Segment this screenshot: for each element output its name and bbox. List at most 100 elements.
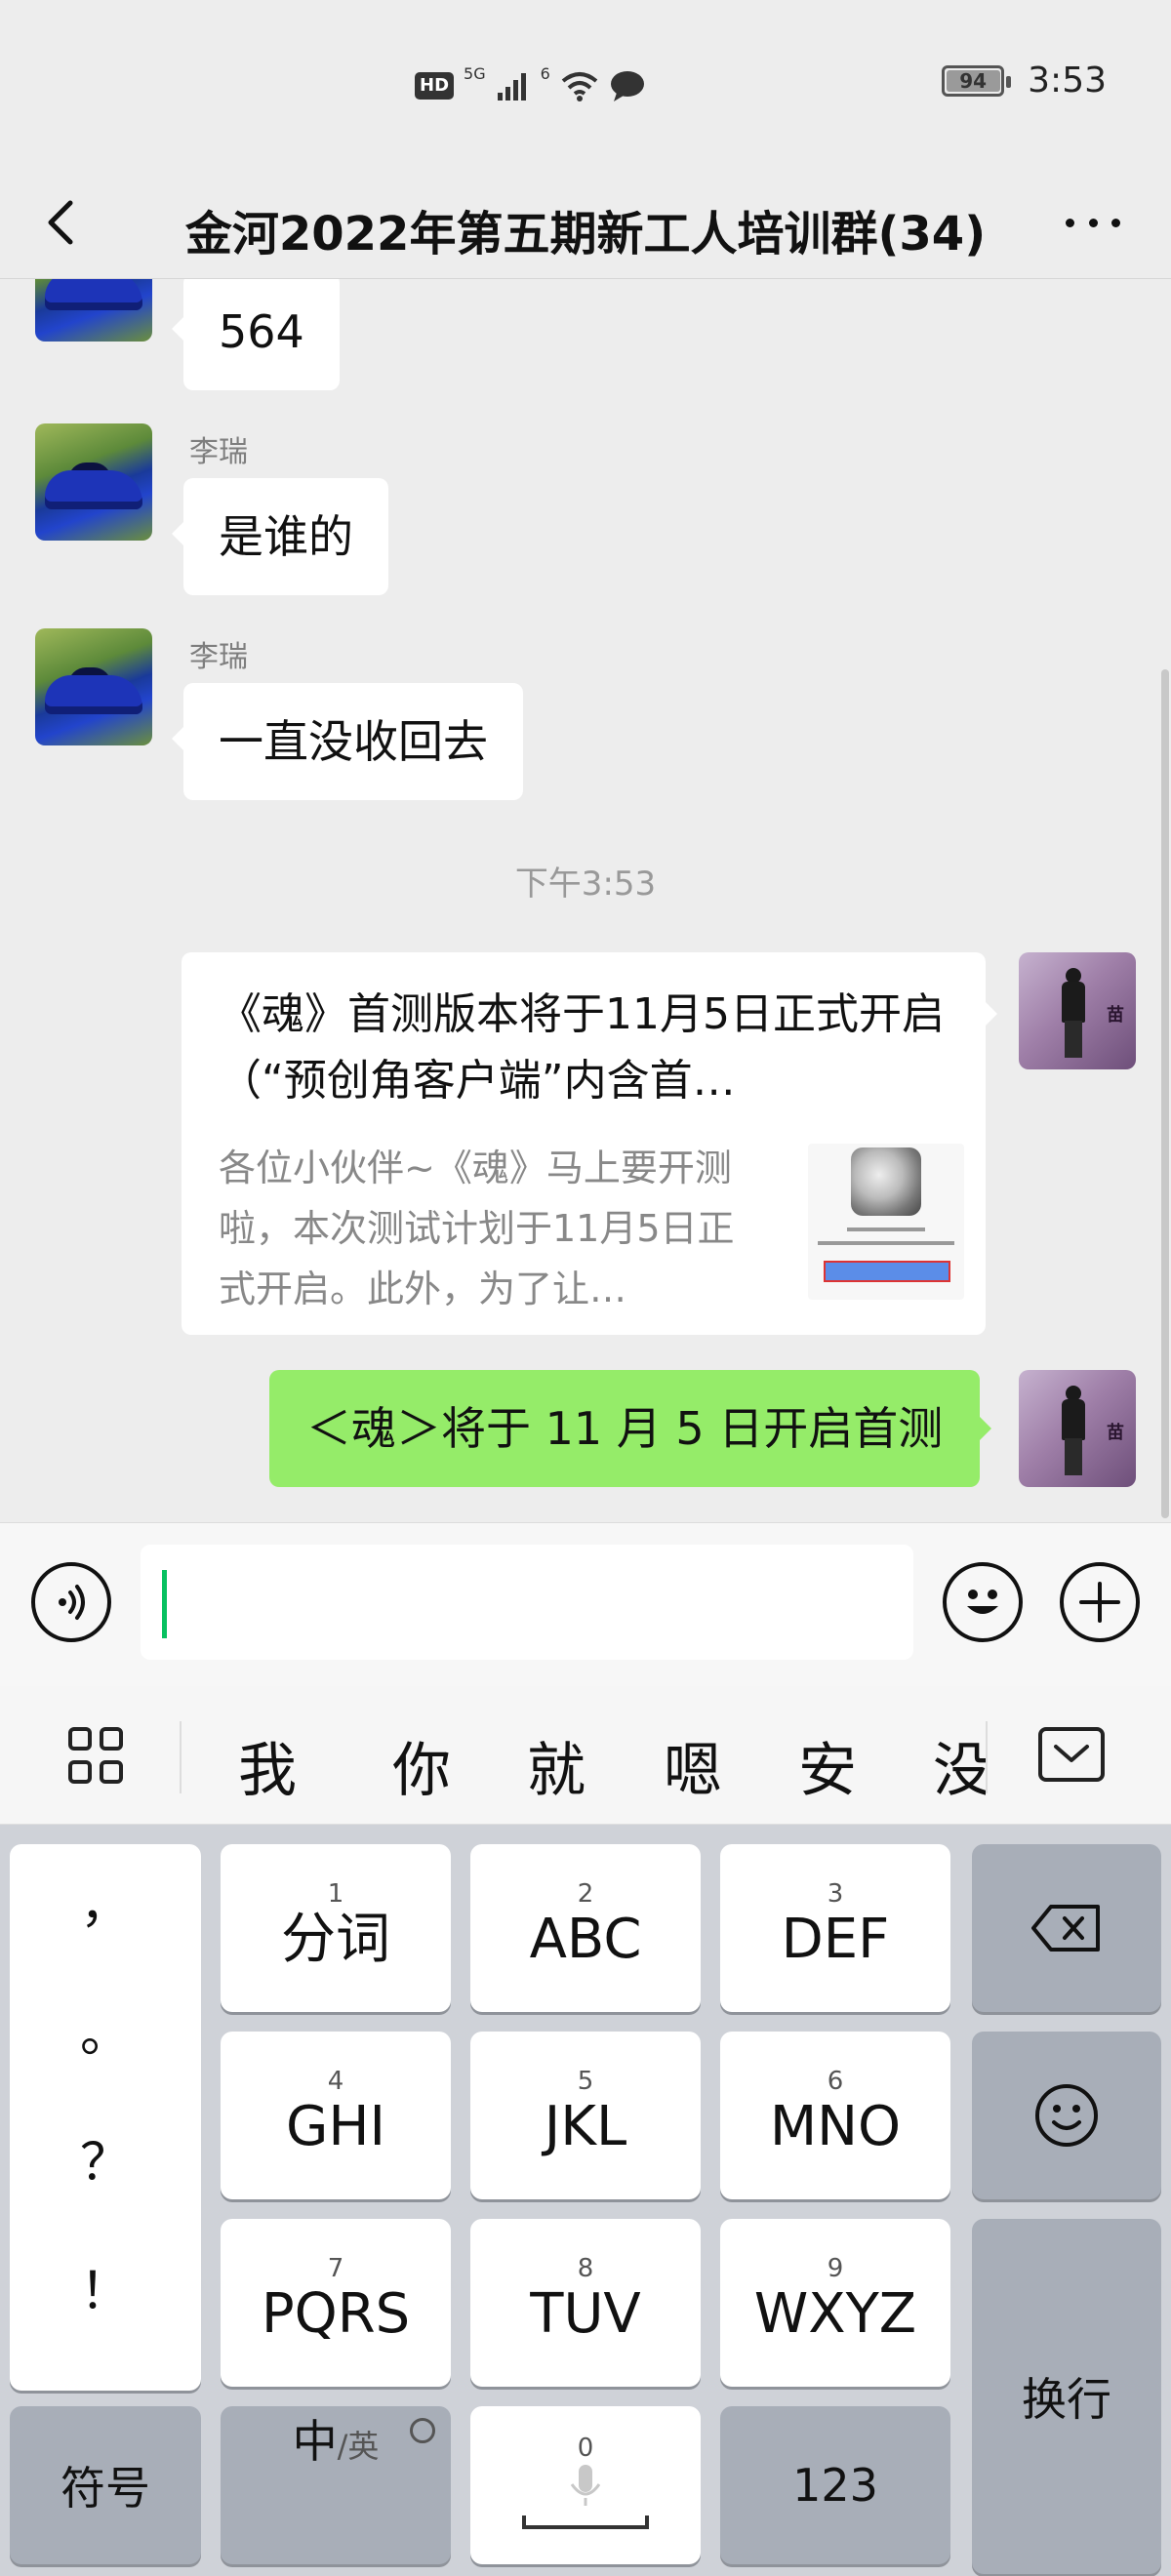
text-cursor xyxy=(162,1570,167,1638)
emoji-button[interactable] xyxy=(943,1562,1023,1642)
sender-name: 李瑞 xyxy=(189,640,248,674)
chevron-left-icon xyxy=(48,200,73,245)
avatar-li-rui[interactable] xyxy=(35,628,152,745)
ime-menu-grid-icon[interactable] xyxy=(68,1727,125,1786)
divider xyxy=(180,1721,182,1793)
candidate-word[interactable]: 嗯 xyxy=(664,1723,722,1808)
key-sublabel: /英 xyxy=(337,2428,380,2465)
key-1[interactable]: 1 分词 xyxy=(221,1844,451,2012)
keyboard-collapse-button[interactable] xyxy=(1038,1727,1105,1782)
key-4[interactable]: 4 GHI xyxy=(221,2032,451,2199)
message-list[interactable]: 564 李瑞 是谁的 李瑞 一直没收回去 下午3:53 《魂》首测版本将于11月… xyxy=(0,279,1171,1522)
key-label: 123 xyxy=(792,2459,878,2512)
message-text: 一直没收回去 xyxy=(219,715,488,768)
candidate-word[interactable]: 没 xyxy=(933,1723,986,1808)
microphone-icon xyxy=(570,2465,601,2506)
key-3[interactable]: 3 DEF xyxy=(720,1844,950,2012)
numbers-key[interactable]: 123 xyxy=(720,2406,950,2564)
voice-button[interactable] xyxy=(31,1562,111,1642)
back-button[interactable] xyxy=(37,191,96,254)
avatar-li-rui[interactable] xyxy=(35,279,152,342)
person-figure-icon xyxy=(1062,1386,1085,1475)
punct-comma[interactable]: ， xyxy=(10,1864,201,1937)
link-card-title: 《魂》首测版本将于11月5日正式开启（“预创角客户端”内含首… xyxy=(219,989,945,1106)
message-input[interactable] xyxy=(141,1545,913,1660)
avatar-li-rui[interactable] xyxy=(35,423,152,541)
voice-icon xyxy=(59,1585,85,1620)
key-6[interactable]: 6 MNO xyxy=(720,2032,950,2199)
key-label: WXYZ xyxy=(753,2282,917,2346)
key-8[interactable]: 8 TUV xyxy=(470,2219,701,2387)
punctuation-column[interactable]: ， 。 ？ ！ xyxy=(10,1844,201,2391)
key-label: MNO xyxy=(769,2095,902,2158)
candidate-word[interactable]: 你 xyxy=(392,1723,451,1808)
key-label: 换行 xyxy=(1022,2373,1111,2426)
scrollbar[interactable] xyxy=(1161,669,1169,1518)
game-logo-icon xyxy=(851,1147,921,1216)
grid-cell xyxy=(100,1760,123,1784)
key-number: 0 xyxy=(577,2434,594,2463)
space-key[interactable]: 0 xyxy=(470,2406,701,2564)
punct-question[interactable]: ？ xyxy=(10,2121,201,2194)
message-notification-icon xyxy=(610,71,644,101)
avatar-label: 苗 xyxy=(1107,1005,1124,1026)
chat-header: 金河2022年第五期新工人培训群(34) xyxy=(0,166,1171,279)
punct-exclamation[interactable]: ！ xyxy=(10,2250,201,2323)
link-card[interactable]: 《魂》首测版本将于11月5日正式开启（“预创角客户端”内含首… 各位小伙伴~《魂… xyxy=(182,952,997,1335)
car-body xyxy=(45,675,142,714)
key-label: 分词 xyxy=(281,1908,390,1971)
key-2[interactable]: 2 ABC xyxy=(470,1844,701,2012)
language-toggle-key[interactable]: 中 /英 xyxy=(221,2406,451,2564)
plus-button[interactable] xyxy=(1060,1562,1140,1642)
grid-cell xyxy=(68,1760,92,1784)
key-7[interactable]: 7 PQRS xyxy=(221,2219,451,2387)
message-bubble[interactable]: 564 xyxy=(172,279,340,390)
punct-period[interactable]: 。 xyxy=(10,1992,201,2066)
key-number: 7 xyxy=(327,2254,344,2283)
plus-icon xyxy=(1079,1582,1120,1623)
more-dot-icon xyxy=(1088,218,1098,227)
battery-icon: 94 xyxy=(942,64,1012,97)
sim-index: 6 xyxy=(540,64,550,83)
thumbnail-button xyxy=(824,1261,950,1282)
thumbnail-text-line xyxy=(818,1241,954,1245)
chevron-down-icon xyxy=(1054,1745,1089,1762)
figure-legs xyxy=(1065,1438,1082,1475)
key-9[interactable]: 9 WXYZ xyxy=(720,2219,950,2387)
hd-badge: HD xyxy=(415,72,455,100)
key-label: GHI xyxy=(285,2095,386,2158)
more-dot-icon xyxy=(1111,218,1120,227)
wifi-icon xyxy=(561,72,598,101)
key-number: 3 xyxy=(827,1879,844,1909)
message-bubble[interactable]: 是谁的 xyxy=(172,478,388,595)
link-card-thumbnail xyxy=(808,1144,964,1300)
enter-key[interactable]: 换行 xyxy=(972,2219,1161,2574)
candidate-word[interactable]: 我 xyxy=(238,1723,297,1808)
message-bubble[interactable]: 一直没收回去 xyxy=(172,683,523,800)
car-body xyxy=(45,470,142,509)
key-label: JKL xyxy=(544,2095,627,2158)
message-bubble-sent[interactable]: ＜魂＞将于 11 月 5 日开启首测 xyxy=(269,1370,992,1487)
divider xyxy=(986,1721,988,1793)
figure-torso xyxy=(1062,1399,1085,1440)
ime-candidate-bar: 我 你 就 嗯 安 没 xyxy=(0,1686,1171,1825)
symbols-key[interactable]: 符号 xyxy=(10,2406,201,2564)
candidate-word[interactable]: 就 xyxy=(527,1723,586,1808)
more-button[interactable] xyxy=(1054,191,1132,254)
car-body xyxy=(45,279,142,310)
battery-level: 94 xyxy=(959,68,988,93)
key-5[interactable]: 5 JKL xyxy=(470,2032,701,2199)
emoji-key[interactable] xyxy=(972,2032,1161,2199)
status-right: 94 3:53 xyxy=(942,60,1107,101)
space-bar-icon xyxy=(522,2516,649,2529)
input-bar xyxy=(0,1522,1171,1686)
avatar-me[interactable]: 苗 xyxy=(1019,1370,1136,1487)
message-text: 564 xyxy=(219,305,304,358)
backspace-key[interactable] xyxy=(972,1844,1161,2012)
link-card-description: 各位小伙伴~《魂》马上要开测啦，本次测试计划于11月5日正式开启。此外，为了让… xyxy=(219,1147,735,1310)
key-number: 4 xyxy=(327,2067,344,2096)
candidate-word[interactable]: 安 xyxy=(798,1723,857,1808)
status-icons: HD 5G 6 xyxy=(415,64,646,107)
avatar-label: 苗 xyxy=(1107,1423,1124,1443)
avatar-me[interactable]: 苗 xyxy=(1019,952,1136,1069)
